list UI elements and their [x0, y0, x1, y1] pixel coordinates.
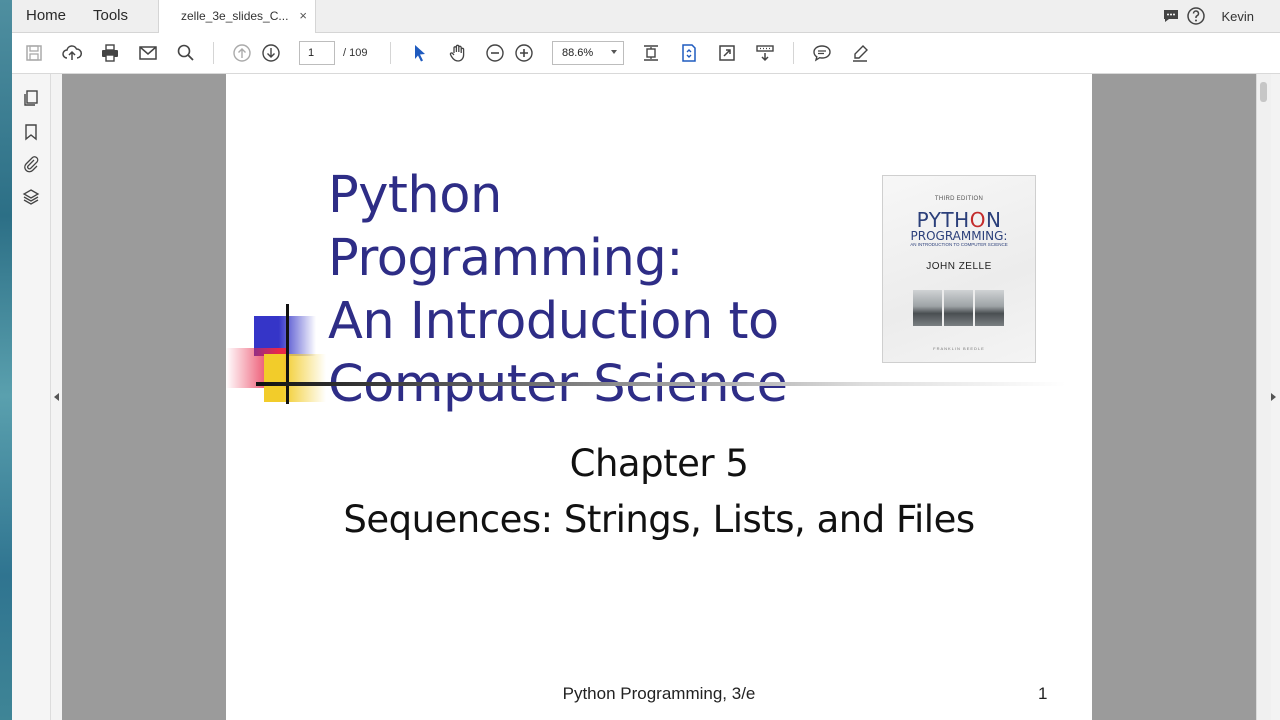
zoom-out-icon[interactable] [483, 41, 507, 65]
home-tab[interactable]: Home [26, 7, 66, 24]
scrollbar-thumb[interactable] [1260, 82, 1267, 102]
user-name[interactable]: Kevin [1221, 9, 1254, 24]
zoom-value: 88.6% [562, 47, 594, 59]
cover-photo [913, 290, 942, 326]
decorative-yellow-square [264, 354, 326, 402]
search-icon[interactable] [174, 41, 198, 65]
cover-edition: THIRD EDITION [934, 196, 984, 202]
page-scroll-icon[interactable] [677, 41, 701, 65]
document-tab-label: zelle_3e_slides_C... [181, 9, 289, 23]
decorative-vertical-line [286, 304, 289, 404]
cover-subtitle: PROGRAMMING: [910, 229, 1008, 243]
zoom-select[interactable]: 88.6% [552, 41, 624, 65]
left-navigation-rail [12, 74, 51, 720]
top-tab-bar: Home Tools zelle_3e_slides_C... × Kevin [12, 0, 1280, 33]
slide-title: Python Programming: An Introduction to C… [328, 164, 868, 416]
highlight-pen-icon[interactable] [848, 41, 872, 65]
page-total: / 109 [343, 47, 368, 59]
bookmark-icon[interactable] [21, 122, 41, 142]
pdf-page: Python Programming: An Introduction to C… [226, 74, 1092, 720]
cover-publisher: FRANKLIN BEEDLE [933, 346, 985, 351]
document-tab[interactable]: zelle_3e_slides_C... × [158, 0, 316, 33]
hand-tool-icon[interactable] [446, 41, 470, 65]
slide-title-line: Python Programming: [328, 166, 683, 288]
expand-right-panel-icon[interactable] [1271, 393, 1276, 401]
upload-icon[interactable] [60, 41, 84, 65]
slide-page-number: 1 [1038, 684, 1048, 703]
vertical-scrollbar[interactable] [1256, 74, 1271, 720]
main-toolbar: / 109 88.6% [12, 33, 1280, 74]
slide-footer: Python Programming, 3/e [562, 684, 756, 703]
fit-page-icon[interactable] [639, 41, 663, 65]
cover-subtitle-small: AN INTRODUCTION TO COMPUTER SCIENCE [910, 242, 1008, 247]
cover-photo [975, 290, 1004, 326]
book-cover-image: THIRD EDITION PYTHON PROGRAMMING: AN INT… [882, 175, 1036, 363]
print-icon[interactable] [98, 41, 122, 65]
read-mode-icon[interactable] [753, 41, 777, 65]
save-icon[interactable] [22, 41, 46, 65]
toolbar-separator [213, 42, 214, 64]
comment-icon[interactable] [810, 41, 834, 65]
tools-tab[interactable]: Tools [93, 7, 128, 24]
slide-title-line: An Introduction to [328, 292, 779, 351]
layers-icon[interactable] [21, 187, 41, 207]
collapse-left-panel-icon[interactable] [54, 393, 59, 401]
cover-photo [944, 290, 973, 326]
help-icon[interactable] [1186, 6, 1206, 31]
chapter-heading: Chapter 5 [569, 442, 749, 485]
zoom-in-icon[interactable] [512, 41, 536, 65]
attachment-icon[interactable] [21, 154, 41, 174]
cover-author: JOHN ZELLE [926, 261, 992, 272]
toolbar-separator [793, 42, 794, 64]
chevron-down-icon [611, 50, 617, 54]
decorative-horizontal-rule [256, 382, 1066, 386]
pages-icon[interactable] [21, 88, 41, 108]
previous-page-icon[interactable] [230, 41, 254, 65]
chapter-subtitle: Sequences: Strings, Lists, and Files [343, 498, 975, 541]
page-number-input[interactable] [299, 41, 335, 65]
chat-icon[interactable] [1162, 7, 1180, 30]
pdf-reader-window: Home Tools zelle_3e_slides_C... × Kevin [12, 0, 1280, 720]
select-arrow-icon[interactable] [408, 41, 432, 65]
document-viewer: Python Programming: An Introduction to C… [62, 74, 1256, 720]
email-icon[interactable] [136, 41, 160, 65]
close-tab-icon[interactable]: × [299, 8, 307, 23]
next-page-icon[interactable] [259, 41, 283, 65]
desktop-background [0, 0, 12, 720]
toolbar-separator [390, 42, 391, 64]
fullscreen-icon[interactable] [715, 41, 739, 65]
